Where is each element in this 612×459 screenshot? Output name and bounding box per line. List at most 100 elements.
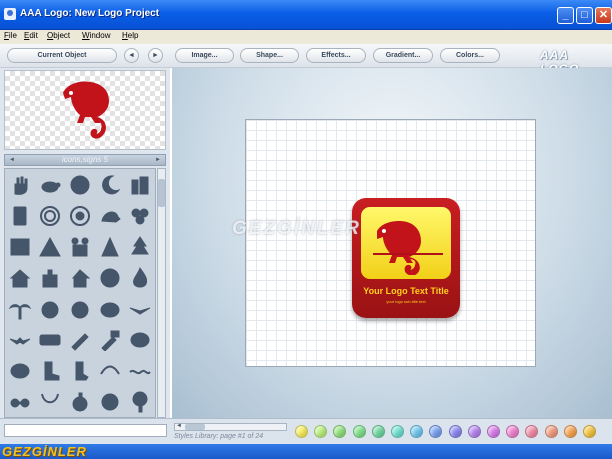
- crescent-icon[interactable]: [95, 355, 125, 386]
- style-swatch[interactable]: [333, 425, 347, 438]
- scroll-left-icon[interactable]: ◄: [175, 423, 183, 429]
- styles-scrollbar[interactable]: ◄: [174, 423, 287, 431]
- tree-round-icon[interactable]: [125, 386, 155, 417]
- styles-bar: ◄ Styles Library: page #1 of 24: [0, 418, 612, 444]
- logo-tile[interactable]: Your Logo Text Title your logo sub-title…: [352, 198, 460, 318]
- building-icon[interactable]: [125, 169, 155, 200]
- house-icon[interactable]: [5, 262, 35, 293]
- shape-button[interactable]: Shape...: [240, 48, 299, 63]
- taskbar: GEZGİNLER: [0, 444, 612, 459]
- elephant-icon[interactable]: [125, 324, 155, 355]
- flame-icon[interactable]: [125, 262, 155, 293]
- hand-icon[interactable]: [5, 169, 35, 200]
- elephant-2-icon[interactable]: [5, 355, 35, 386]
- ball-icon[interactable]: [95, 386, 125, 417]
- style-swatch[interactable]: [448, 425, 462, 438]
- bomb-icon[interactable]: [65, 386, 95, 417]
- style-swatch[interactable]: [563, 425, 577, 438]
- current-object-button[interactable]: Current Object: [7, 48, 117, 63]
- style-swatch[interactable]: [506, 425, 520, 438]
- menu-file[interactable]: File: [4, 31, 17, 40]
- library-scrollbar-thumb[interactable]: [158, 179, 165, 207]
- handshake-icon[interactable]: [65, 231, 95, 262]
- style-swatch[interactable]: [429, 425, 443, 438]
- left-panel: ◄ icons,signs 5 ►: [0, 68, 170, 418]
- status-field[interactable]: [4, 424, 167, 437]
- library-title: icons,signs 5: [61, 155, 109, 164]
- logo-subtitle-text[interactable]: your logo sub-title text: [352, 299, 460, 304]
- globe-icon[interactable]: [65, 169, 95, 200]
- menu-window[interactable]: Window: [82, 31, 110, 40]
- library-next-button[interactable]: ►: [153, 156, 163, 164]
- colors-button[interactable]: Colors...: [440, 48, 500, 63]
- maximize-button[interactable]: □: [576, 7, 593, 24]
- spiral-2-icon[interactable]: [65, 200, 95, 231]
- bird-flying-icon[interactable]: [5, 324, 35, 355]
- sunglasses-icon[interactable]: [5, 386, 35, 417]
- app-icon: [4, 8, 16, 20]
- styles-library-label: Styles Library: page #1 of 24: [174, 433, 264, 440]
- style-swatch[interactable]: [371, 425, 385, 438]
- style-swatch[interactable]: [352, 425, 366, 438]
- style-swatch[interactable]: [391, 425, 404, 438]
- next-object-button[interactable]: ►: [148, 48, 163, 63]
- object-preview: [4, 70, 166, 150]
- toolbar: Current Object ◄ ► Image... Shape... Eff…: [0, 44, 612, 76]
- style-swatch[interactable]: [583, 425, 596, 438]
- cow-face-icon[interactable]: [95, 293, 125, 324]
- icon-library-grid: [4, 168, 156, 418]
- brick-wall-icon[interactable]: [5, 231, 35, 262]
- logo-canvas[interactable]: Your Logo Text Title your logo sub-title…: [245, 119, 536, 367]
- style-swatch[interactable]: [295, 425, 308, 438]
- canvas-area: Your Logo Text Title your logo sub-title…: [172, 68, 612, 418]
- hedgehog-icon[interactable]: [95, 200, 125, 231]
- calculator-icon[interactable]: [5, 200, 35, 231]
- necklace-icon[interactable]: [35, 386, 65, 417]
- window-title: AAA Logo: New Logo Project: [20, 8, 160, 19]
- chameleon-icon: [373, 221, 443, 275]
- warning-sign-icon[interactable]: [35, 231, 65, 262]
- taskbar-logo: GEZGİNLER: [2, 444, 87, 459]
- menu-edit[interactable]: Edit: [24, 31, 38, 40]
- style-swatch[interactable]: [487, 425, 500, 438]
- castle-icon[interactable]: [35, 262, 65, 293]
- close-button[interactable]: ✕: [595, 7, 612, 24]
- menu-bar: File Edit Object Window Help: [0, 30, 612, 44]
- sock-icon[interactable]: [65, 355, 95, 386]
- title-bar: AAA Logo: New Logo Project _ □ ✕: [0, 0, 612, 30]
- spiral-icon[interactable]: [35, 200, 65, 231]
- styles-scrollbar-thumb[interactable]: [185, 424, 205, 430]
- bus-icon[interactable]: [35, 324, 65, 355]
- gradient-button[interactable]: Gradient...: [373, 48, 433, 63]
- boot-icon[interactable]: [35, 355, 65, 386]
- hammer-icon[interactable]: [95, 324, 125, 355]
- dog-face-icon[interactable]: [65, 293, 95, 324]
- style-swatch[interactable]: [314, 425, 328, 438]
- bird-icon[interactable]: [125, 293, 155, 324]
- pig-face-icon[interactable]: [35, 293, 65, 324]
- app-window: AAA Logo: New Logo Project _ □ ✕ File Ed…: [0, 0, 612, 459]
- moon-icon[interactable]: [95, 169, 125, 200]
- home-icon[interactable]: [65, 262, 95, 293]
- effects-button[interactable]: Effects...: [306, 48, 366, 63]
- pine-tree-icon[interactable]: [125, 231, 155, 262]
- wave-icon[interactable]: [125, 355, 155, 386]
- image-button[interactable]: Image...: [175, 48, 234, 63]
- previous-object-button[interactable]: ◄: [124, 48, 139, 63]
- brush-icon[interactable]: [65, 324, 95, 355]
- menu-help[interactable]: Help: [122, 31, 138, 40]
- palm-tree-icon[interactable]: [5, 293, 35, 324]
- style-swatch[interactable]: [544, 425, 558, 438]
- style-swatch[interactable]: [410, 425, 424, 438]
- style-swatch[interactable]: [467, 425, 481, 438]
- clover-icon[interactable]: [125, 200, 155, 231]
- snowflake-icon[interactable]: [95, 262, 125, 293]
- style-swatch[interactable]: [525, 425, 539, 438]
- menu-object[interactable]: Object: [47, 31, 70, 40]
- logo-title-text[interactable]: Your Logo Text Title: [352, 286, 460, 296]
- library-header: ◄ icons,signs 5 ►: [4, 154, 166, 166]
- minimize-button[interactable]: _: [557, 7, 574, 24]
- turtle-icon[interactable]: [35, 169, 65, 200]
- tree-icon[interactable]: [95, 231, 125, 262]
- library-scrollbar[interactable]: [157, 168, 166, 418]
